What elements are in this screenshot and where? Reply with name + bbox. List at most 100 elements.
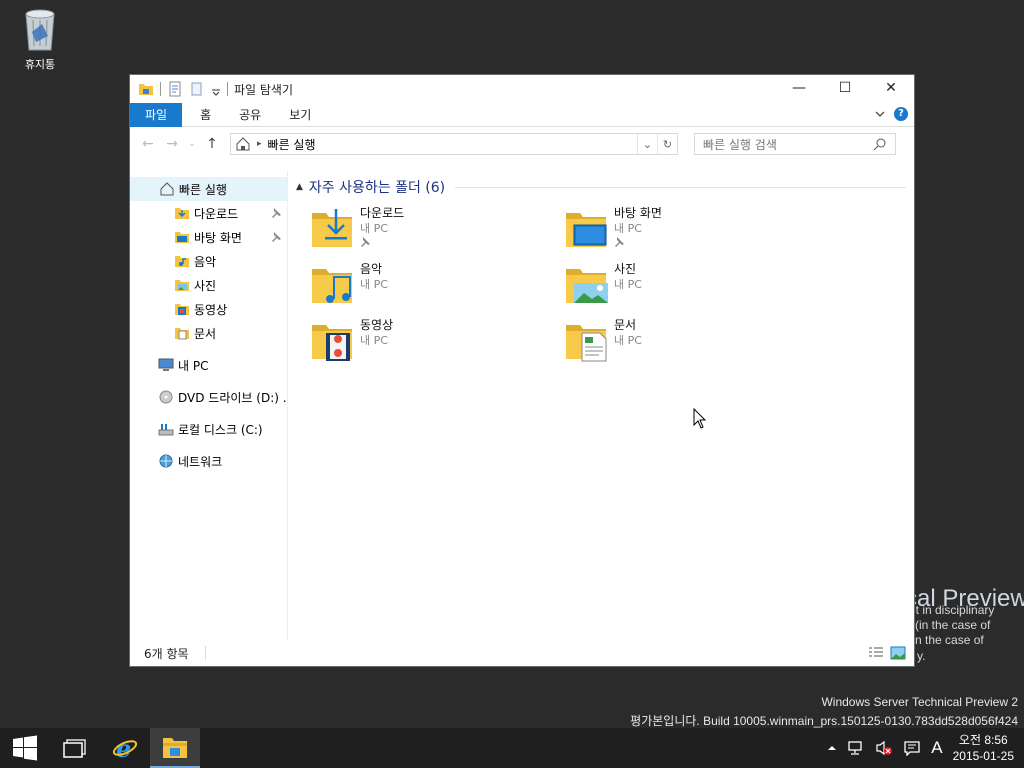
breadcrumb-quick-access[interactable]: 빠른 실행 (268, 136, 316, 153)
collapse-group-icon[interactable]: ▲ (296, 182, 303, 192)
task-view-button[interactable] (50, 728, 100, 768)
details-view-icon[interactable] (868, 646, 884, 660)
tab-home[interactable]: 홈 (186, 103, 225, 127)
clock[interactable]: 오전 8:56 2015-01-25 (953, 732, 1014, 764)
volume-muted-icon[interactable] (875, 740, 893, 756)
expand-ribbon-icon[interactable] (874, 108, 886, 120)
folder-name: 다운로드 (360, 206, 405, 220)
file-list: ▲ 자주 사용하는 폴더 (6) 다운로드 내 PC 바탕 화면 내 PC 음악… (288, 171, 914, 640)
mouse-cursor-icon (693, 408, 707, 429)
folder-app-icon (139, 84, 153, 95)
show-hidden-icons-icon[interactable] (827, 743, 837, 753)
file-explorer-icon (163, 738, 187, 758)
address-tail: ⌄ ↻ (637, 134, 677, 154)
videos-folder-icon (175, 304, 189, 315)
large-icons-view-icon[interactable] (890, 646, 906, 660)
sidebar-item-label: 다운로드 (194, 206, 239, 221)
taskbar: e A 오전 8:56 2015-01-25 (0, 728, 1024, 768)
close-button[interactable]: ✕ (868, 75, 914, 101)
status-bar: 6개 항목 (130, 640, 914, 666)
navigation-bar: ← → ⌄ ↑ ▸ 빠른 실행 ⌄ ↻ 빠른 실행 검색 (130, 127, 914, 161)
forward-button[interactable]: → (162, 136, 182, 152)
toolbar-separator (160, 82, 161, 96)
folder-name: 동영상 (360, 318, 394, 332)
sidebar-item-music[interactable]: 음악 (130, 249, 287, 273)
help-button[interactable]: ? (894, 107, 908, 121)
watermark-line: n the case of (915, 633, 984, 647)
sidebar-item-label: 음악 (194, 254, 217, 269)
music-folder-icon (312, 269, 352, 303)
folder-tiles: 다운로드 내 PC 바탕 화면 내 PC 음악 내 PC 사진 내 PC 동영상… (296, 201, 906, 369)
start-button[interactable] (0, 728, 50, 768)
task-view-icon (63, 739, 86, 758)
search-placeholder: 빠른 실행 검색 (703, 137, 777, 152)
sidebar-item-desktop[interactable]: 바탕 화면 (130, 225, 287, 249)
taskbar-file-explorer[interactable] (150, 728, 200, 768)
pin-icon[interactable] (358, 235, 372, 249)
recent-locations-button[interactable]: ⌄ (186, 139, 198, 149)
windows-logo-icon (13, 735, 37, 761)
sidebar-item-local-disk[interactable]: 로컬 디스크 (C:) (130, 417, 287, 441)
folder-tile-music[interactable]: 음악 내 PC (308, 257, 562, 313)
folder-tile-documents[interactable]: 문서 내 PC (562, 313, 816, 369)
minimize-button[interactable]: — (776, 75, 822, 101)
ribbon-tabs: 파일 홈 공유 보기 ? (130, 102, 914, 127)
network-status-icon[interactable] (847, 740, 865, 756)
folder-tile-pictures[interactable]: 사진 내 PC (562, 257, 816, 313)
tab-view[interactable]: 보기 (275, 103, 325, 127)
folder-name: 음악 (360, 262, 383, 276)
clock-date: 2015-01-25 (952, 749, 1014, 763)
downloads-folder-icon (175, 208, 189, 219)
up-button[interactable]: ↑ (202, 136, 222, 152)
sidebar-item-network[interactable]: 네트워크 (130, 449, 287, 473)
tab-file[interactable]: 파일 (130, 102, 183, 127)
properties-icon[interactable] (167, 81, 183, 97)
tab-share[interactable]: 공유 (225, 103, 275, 127)
maximize-button[interactable]: ☐ (822, 75, 868, 101)
view-switcher (868, 646, 906, 660)
customize-dropdown-icon[interactable] (211, 81, 221, 97)
search-icon (873, 138, 886, 151)
folder-location: 내 PC (614, 222, 642, 235)
sidebar-item-downloads[interactable]: 다운로드 (130, 201, 287, 225)
recycle-bin[interactable]: 휴지통 (12, 6, 68, 72)
pin-icon[interactable] (612, 235, 626, 249)
folder-tile-downloads[interactable]: 다운로드 내 PC (308, 201, 562, 257)
folder-name: 바탕 화면 (614, 206, 662, 220)
action-center-icon[interactable] (903, 740, 921, 756)
product-name: Windows Server Technical Preview 2 (821, 695, 1018, 709)
computer-icon (158, 358, 174, 371)
title-bar[interactable]: 파일 탐색기 — ☐ ✕ (130, 75, 914, 103)
sidebar-item-documents[interactable]: 문서 (130, 321, 287, 345)
desktop-folder-icon (175, 232, 189, 243)
content-area: 빠른 실행 다운로드 바탕 화면 음악 사진 동영상 문서 내 PC DVD 드… (130, 171, 914, 640)
address-bar[interactable]: ▸ 빠른 실행 ⌄ ↻ (230, 133, 678, 155)
taskbar-internet-explorer[interactable]: e (100, 728, 150, 768)
folder-tile-desktop[interactable]: 바탕 화면 내 PC (562, 201, 816, 257)
new-folder-icon[interactable] (189, 81, 205, 97)
address-dropdown-icon[interactable]: ⌄ (637, 134, 657, 154)
input-method-indicator[interactable]: A (931, 738, 942, 758)
file-explorer-window: 파일 탐색기 — ☐ ✕ 파일 홈 공유 보기 ? ← → ⌄ ↑ ▸ 빠른 실… (129, 74, 915, 667)
refresh-icon[interactable]: ↻ (657, 134, 677, 154)
back-button[interactable]: ← (138, 136, 158, 152)
sidebar-item-quick-access[interactable]: 빠른 실행 (130, 177, 287, 201)
sidebar-item-this-pc[interactable]: 내 PC (130, 353, 287, 377)
sidebar-item-pictures[interactable]: 사진 (130, 273, 287, 297)
watermark-line: y. (917, 649, 926, 663)
group-divider (455, 186, 906, 188)
search-box[interactable]: 빠른 실행 검색 (694, 133, 896, 155)
documents-folder-icon (566, 325, 607, 362)
clock-time: 오전 8:56 (958, 733, 1008, 747)
pin-icon[interactable] (269, 206, 283, 220)
sidebar-item-label: 네트워크 (178, 454, 223, 469)
pin-icon[interactable] (269, 230, 283, 244)
sidebar-item-label: 바탕 화면 (194, 230, 242, 245)
sidebar-item-dvd-drive[interactable]: DVD 드라이브 (D:) . (130, 385, 287, 409)
sidebar-item-videos[interactable]: 동영상 (130, 297, 287, 321)
downloads-folder-icon (312, 209, 352, 247)
ribbon-right: ? (874, 107, 908, 121)
group-header[interactable]: ▲ 자주 사용하는 폴더 (6) (296, 177, 906, 197)
sidebar-item-label: 사진 (194, 278, 217, 293)
folder-tile-videos[interactable]: 동영상 내 PC (308, 313, 562, 369)
